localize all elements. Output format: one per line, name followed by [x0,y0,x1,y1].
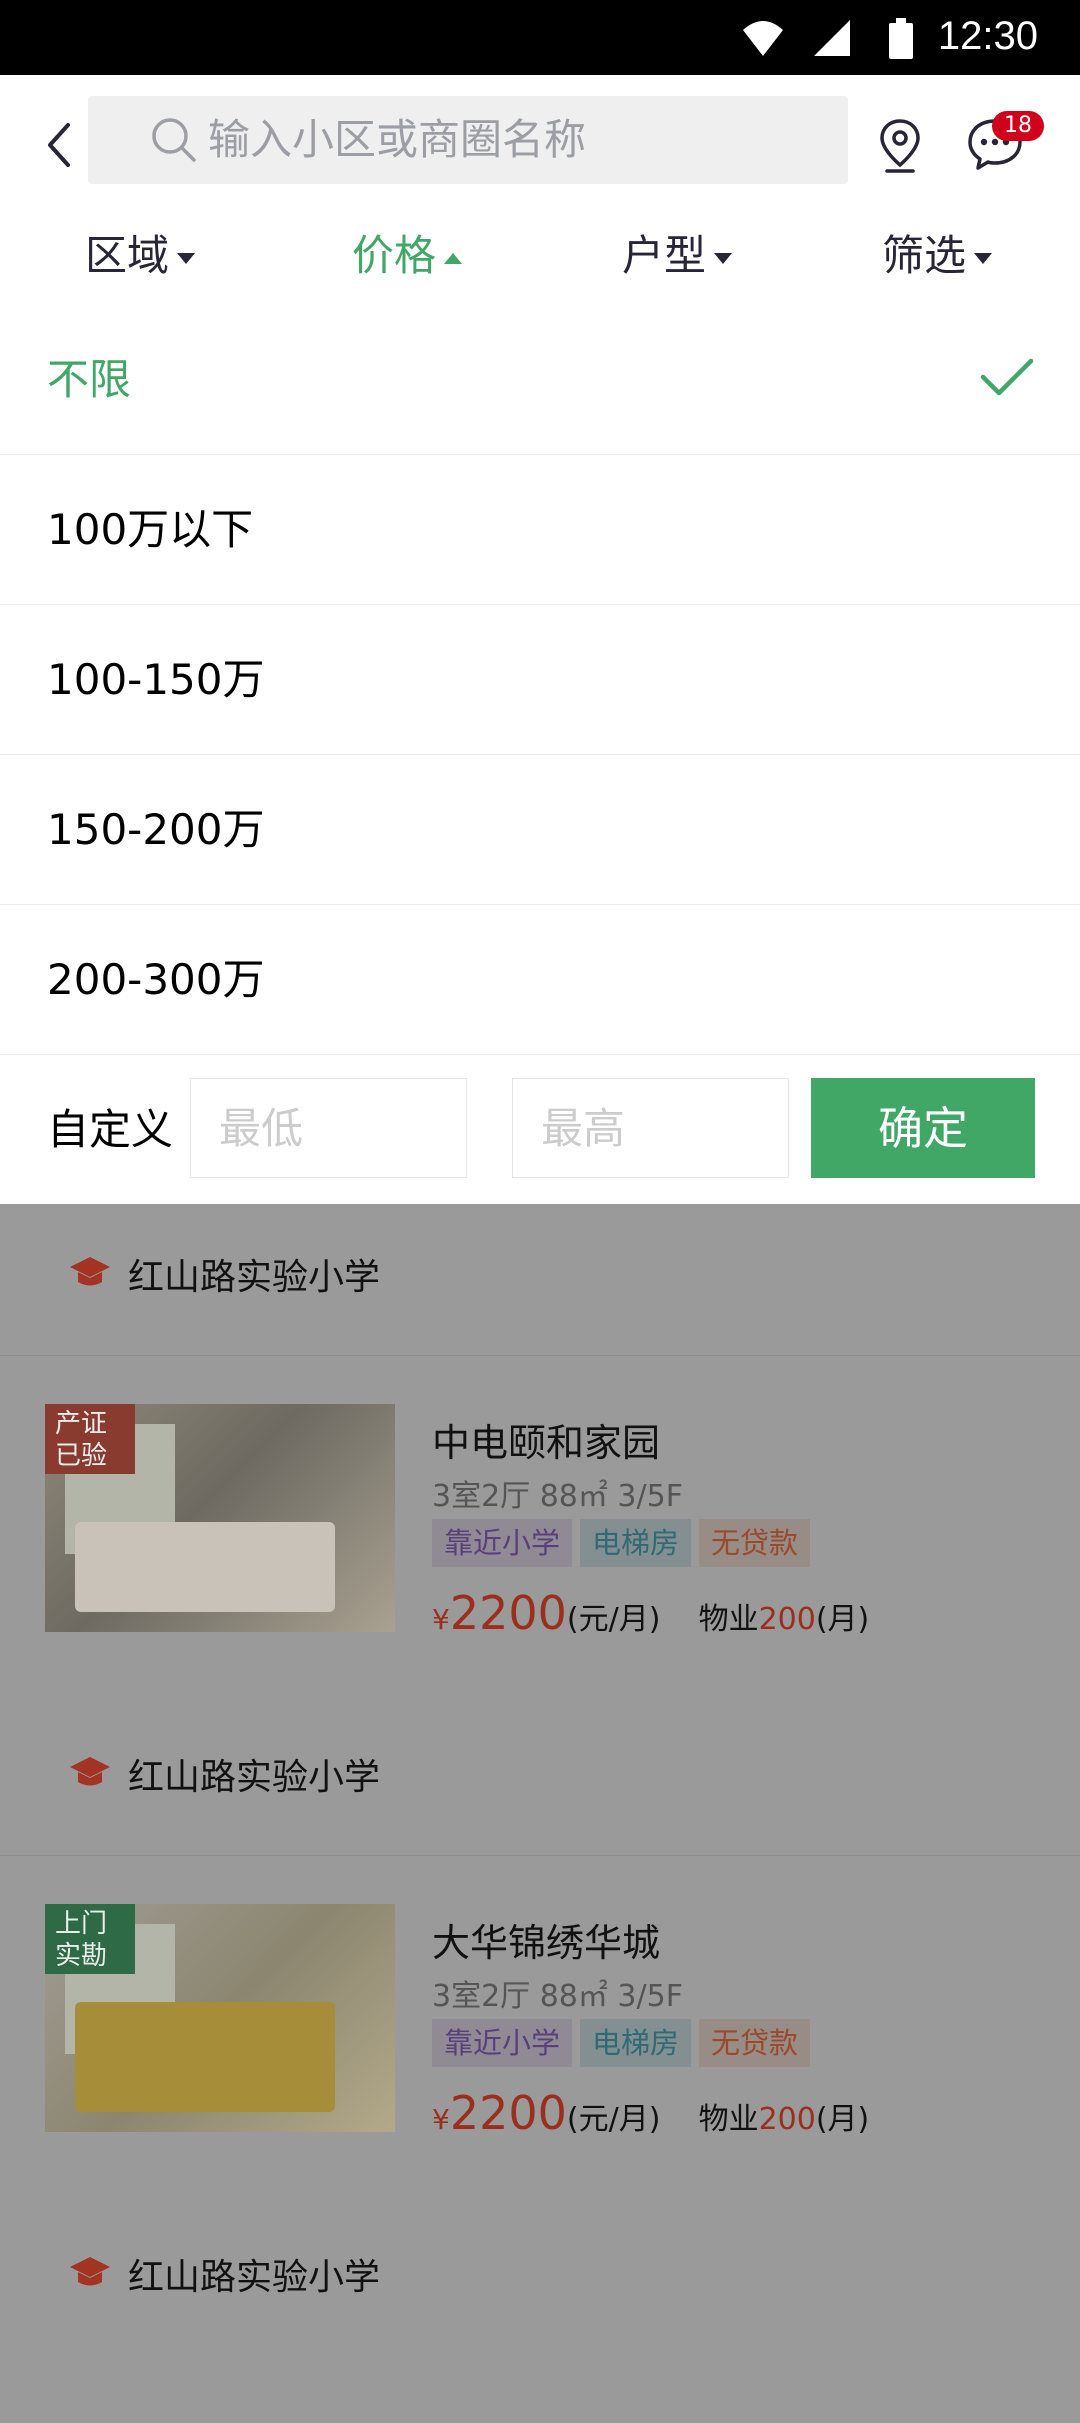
listing-tags: 靠近小学 电梯房 无贷款 [432,2019,818,2067]
chevron-down-icon [177,253,196,264]
search-icon [152,118,196,162]
badge-line-1: 上门 [55,1909,108,1939]
tab-region-label: 区域 [85,231,170,280]
listing-price: ¥2200(元/月) 物业200(月) [432,2086,869,2140]
price-option-label: 100-150万 [47,655,265,704]
price-option-under-100[interactable]: 100万以下 [0,455,1080,605]
property-fee: 200 [758,2102,816,2137]
price-option-label: 150-200万 [47,805,265,854]
message-count-badge: 18 [992,111,1044,141]
badge-line-2: 已验 [55,1441,108,1471]
fee-label: 物业 [698,1602,759,1637]
cellular-signal-icon [814,20,850,56]
school-row: 红山路实验小学 [0,1700,1080,1856]
badge-line-1: 产证 [55,1409,108,1439]
listing-title: 大华锦绣华城 [432,1921,661,1965]
price-option-200-300[interactable]: 200-300万 [0,905,1080,1055]
tag: 无贷款 [699,2019,811,2067]
search-input[interactable]: 输入小区或商圈名称 [208,96,586,184]
chevron-down-icon [974,253,993,264]
rent-price: 2200 [449,1586,567,1640]
tab-layout-label: 户型 [622,231,707,280]
check-icon [980,358,1034,396]
search-box[interactable]: 输入小区或商圈名称 [88,96,848,184]
listing-item[interactable]: 上门 实勘 大华锦绣华城 3室2厅 88㎡ 3/5F 靠近小学 电梯房 无贷款 ¥22… [0,1856,1080,2200]
confirm-button[interactable]: 确定 [811,1078,1035,1178]
battery-icon [889,18,913,59]
badge-line-2: 实勘 [55,1941,108,1971]
min-price-input[interactable] [190,1078,467,1178]
price-option-label: 不限 [47,355,132,404]
onsite-badge: 上门 实勘 [45,1904,135,1974]
currency-symbol: ¥ [432,2103,450,2136]
school-name: 红山路实验小学 [128,2257,381,2298]
verified-badge: 产证 已验 [45,1404,135,1474]
tag: 靠近小学 [432,1519,573,1567]
school-name: 红山路实验小学 [128,1257,381,1298]
tab-layout[interactable]: 户型 [622,226,733,286]
rent-unit: (元/月) [566,1602,661,1637]
tag: 靠近小学 [432,2019,573,2067]
graduation-cap-icon [70,1257,110,1286]
filter-bar: 区域 价格 户型 筛选 [0,210,1080,306]
school-row: 红山路实验小学 [0,1200,1080,1356]
listing-photo: 产证 已验 [45,1404,395,1632]
fee-label: 物业 [698,2102,759,2137]
tag: 电梯房 [580,2019,692,2067]
chevron-up-icon [444,253,463,264]
listing-tags: 靠近小学 电梯房 无贷款 [432,1519,818,1567]
listing-photo: 上门 实勘 [45,1904,395,2132]
listing-meta: 3室2厅 88㎡ 3/5F [432,1979,683,2014]
status-bar: 12:30 [0,0,1080,75]
status-time: 12:30 [937,14,1038,58]
tab-price-label: 价格 [352,231,437,280]
price-dropdown: 不限 100万以下 100-150万 150-200万 200-300万 自定义… [0,305,1080,1204]
listing-title: 中电颐和家园 [432,1421,661,1465]
tag: 无贷款 [699,1519,811,1567]
tag: 电梯房 [580,1519,692,1567]
listing-price: ¥2200(元/月) 物业200(月) [432,1586,869,1640]
graduation-cap-icon [70,2257,110,2286]
location-pin-icon[interactable] [875,115,925,175]
fee-unit: (月) [815,2102,870,2137]
price-option-150-200[interactable]: 150-200万 [0,755,1080,905]
price-option-label: 200-300万 [47,955,265,1004]
custom-price-row: 自定义 确定 [0,1055,1080,1204]
max-price-input[interactable] [512,1078,789,1178]
graduation-cap-icon [70,1757,110,1786]
photo-bed-shape [75,2002,335,2112]
tab-region[interactable]: 区域 [85,226,196,286]
photo-bed-shape [75,1522,335,1612]
search-header: 输入小区或商圈名称 18 [0,75,1080,210]
currency-symbol: ¥ [432,1603,450,1636]
tab-price[interactable]: 价格 [352,226,463,286]
rent-unit: (元/月) [566,2102,661,2137]
custom-price-label: 自定义 [47,1105,174,1154]
tab-filter[interactable]: 筛选 [882,226,993,286]
tab-filter-label: 筛选 [882,231,967,280]
school-name: 红山路实验小学 [128,1757,381,1798]
listing-list: 红山路实验小学 产证 已验 中电颐和家园 3室2厅 88㎡ 3/5F 靠近小学 电梯… [0,1200,1080,2355]
chevron-down-icon [714,253,733,264]
price-option-label: 100万以下 [47,505,254,554]
back-icon[interactable] [38,115,88,175]
listing-meta: 3室2厅 88㎡ 3/5F [432,1479,683,1514]
listing-item[interactable]: 产证 已验 中电颐和家园 3室2厅 88㎡ 3/5F 靠近小学 电梯房 无贷款 ¥22… [0,1356,1080,1700]
rent-price: 2200 [449,2086,567,2140]
fee-unit: (月) [815,1602,870,1637]
wifi-icon [743,21,783,56]
price-option-100-150[interactable]: 100-150万 [0,605,1080,755]
property-fee: 200 [758,1602,816,1637]
price-option-unlimited[interactable]: 不限 [0,305,1080,455]
school-row: 红山路实验小学 [0,2200,1080,2355]
